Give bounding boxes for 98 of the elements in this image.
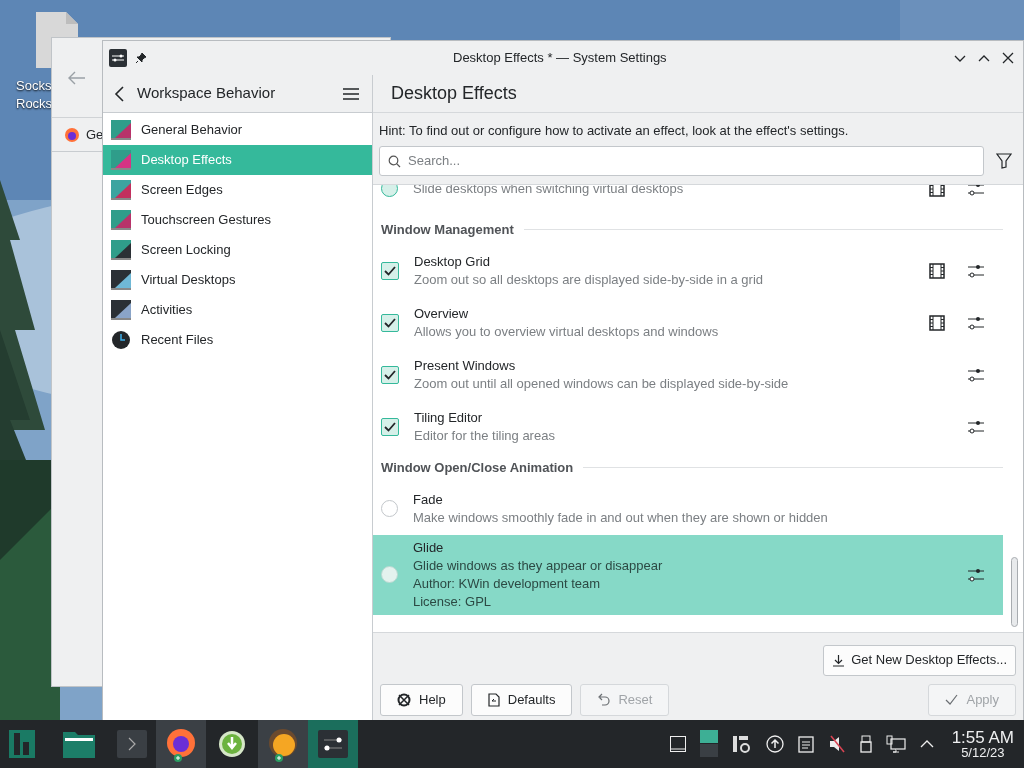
sidebar-item[interactable]: Recent Files	[103, 325, 372, 355]
effect-row[interactable]: Overview Allows you to overview virtual desktops and windows	[373, 296, 1003, 349]
expand-tray-icon[interactable]	[919, 739, 934, 749]
sidebar-item[interactable]: Touchscreen Gestures	[103, 205, 372, 235]
video-icon[interactable]	[929, 184, 945, 197]
configure-icon[interactable]	[967, 566, 985, 583]
defaults-button[interactable]: Defaults	[470, 683, 573, 716]
effect-description: Allows you to overview virtual desktops and windows	[414, 322, 720, 341]
radio-button[interactable]	[381, 566, 398, 583]
checkbox[interactable]	[381, 365, 399, 384]
browser-icon[interactable]	[164, 726, 198, 762]
effect-row[interactable]: Present Windows Zoom out until all opened windows can be displayed side-by-side	[373, 348, 1003, 401]
effect-detail: Author: KWin development team	[413, 574, 602, 593]
effect-row[interactable]: Glide Glide windows as they appear or disappear Author: KWin development team License: GPL	[373, 534, 1003, 615]
sidebar-item[interactable]: Activities	[103, 295, 372, 325]
clock-icon	[111, 330, 131, 350]
desktop-icon-label[interactable]: Socks	[16, 77, 53, 95]
video-icon[interactable]	[929, 314, 945, 331]
muted-speaker-icon[interactable]	[827, 735, 846, 753]
effect-title: Overview	[414, 304, 470, 323]
effect-description: Make windows smoothly fade in and out when they are shown or hidden	[413, 508, 829, 527]
effect-detail: License: GPL	[413, 592, 493, 611]
checkbox[interactable]	[381, 417, 399, 436]
checkbox[interactable]	[381, 313, 399, 332]
sidebar-item[interactable]: Screen Locking	[103, 235, 372, 265]
document-icon	[487, 692, 500, 707]
check-icon	[384, 421, 396, 432]
effect-description: Zoom out so all desktops are displayed side-by-side in a grid	[414, 270, 764, 289]
check-icon	[384, 317, 396, 328]
search-icon	[388, 154, 401, 168]
settings-category-icon	[111, 150, 131, 170]
effect-title: Present Windows	[414, 356, 517, 375]
effect-row[interactable]: Tiling Editor Editor for the tiling areas	[373, 400, 1003, 453]
settings-app-icon[interactable]	[318, 730, 348, 758]
settings-category-icon	[111, 120, 131, 140]
update-icon[interactable]	[765, 735, 784, 753]
section-heading: Window Open/Close Animation	[381, 458, 574, 477]
settings-category-icon	[111, 240, 131, 260]
settings-category-icon	[111, 270, 131, 290]
check-icon	[945, 694, 959, 705]
back-icon[interactable]	[113, 84, 125, 103]
desktop-icon[interactable]	[669, 736, 686, 752]
search-field[interactable]: Search...	[379, 145, 984, 176]
effect-description: Glide windows as they appear or disappear	[413, 556, 664, 575]
effect-title: Desktop Grid	[414, 252, 491, 271]
configure-icon[interactable]	[967, 366, 985, 383]
clipboard-icon[interactable]	[797, 735, 814, 753]
video-icon[interactable]	[929, 262, 945, 279]
sidebar-item[interactable]: General Behavior	[103, 115, 372, 145]
download-icon	[832, 653, 846, 667]
download-icon[interactable]	[218, 730, 246, 758]
hint-text: Hint: To find out or configure how to activate an effect, look at the effect's settings.	[379, 122, 850, 140]
app-icon[interactable]	[267, 726, 299, 762]
app-icon	[109, 49, 127, 67]
check-icon	[384, 369, 396, 380]
section-heading: Window Management	[381, 220, 514, 239]
filter-icon[interactable]	[996, 152, 1012, 169]
desktop-icon-label[interactable]: Rocks	[16, 95, 53, 113]
usb-drive-icon[interactable]	[859, 735, 872, 753]
help-button[interactable]: Help	[380, 683, 463, 716]
settings-category-icon	[111, 180, 131, 200]
effect-description: Zoom out until all opened windows can be displayed side-by-side	[414, 374, 790, 393]
effect-row[interactable]: Desktop Grid Zoom out so all desktops are displayed side-by-side in a grid	[373, 244, 1003, 297]
launcher-icon[interactable]	[9, 730, 35, 758]
page-title: Desktop Effects	[391, 82, 517, 105]
clock-date[interactable]: 5/12/23	[961, 746, 1005, 759]
help-icon	[397, 692, 411, 707]
check-icon	[384, 265, 396, 276]
browser-icon	[64, 126, 80, 143]
settings-icon[interactable]	[731, 734, 752, 754]
radio-button[interactable]	[381, 500, 398, 517]
effect-title: Glide	[413, 538, 445, 557]
close-icon[interactable]	[1001, 51, 1015, 65]
effect-description: Editor for the tiling areas	[414, 426, 556, 445]
sidebar-item[interactable]: Screen Edges	[103, 175, 372, 205]
effect-title: Tiling Editor	[414, 408, 484, 427]
checkbox[interactable]	[381, 261, 399, 280]
window-title: Desktop Effects * — System Settings	[453, 49, 667, 68]
settings-category-icon	[111, 210, 131, 230]
folder-icon[interactable]	[63, 730, 95, 758]
menu-icon[interactable]	[343, 86, 359, 101]
sidebar-title: Workspace Behavior	[137, 83, 276, 104]
undo-icon	[597, 693, 611, 706]
clock-time[interactable]: 1:55 AM	[951, 729, 1014, 746]
scrollbar-thumb[interactable]	[1011, 556, 1018, 627]
settings-category-icon	[111, 300, 131, 320]
get-new-effects-button[interactable]: Get New Desktop Effects...	[823, 644, 1016, 676]
configure-icon[interactable]	[967, 184, 985, 197]
configure-icon[interactable]	[967, 262, 985, 279]
configure-icon[interactable]	[967, 314, 985, 331]
sidebar-item[interactable]: Virtual Desktops	[103, 265, 372, 295]
effect-title: Fade	[413, 490, 444, 509]
configure-icon[interactable]	[967, 418, 985, 435]
network-icon[interactable]	[885, 735, 906, 753]
effect-row[interactable]: Fade Make windows smoothly fade in and out when they are shown or hidden	[373, 482, 1003, 535]
pager-icon[interactable]	[699, 730, 718, 758]
tab-label: Ge	[86, 125, 104, 144]
pin-icon[interactable]	[135, 52, 147, 64]
